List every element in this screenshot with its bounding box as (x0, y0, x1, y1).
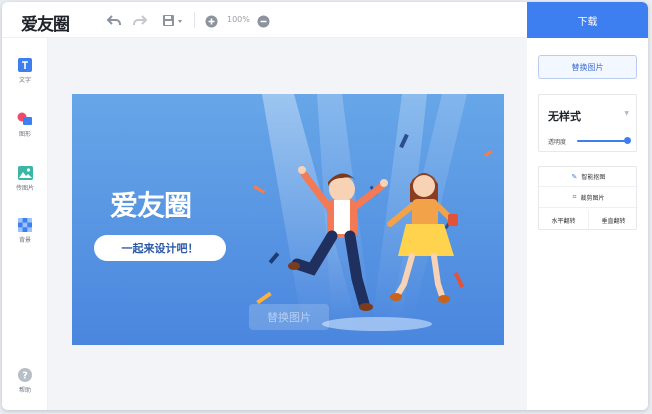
opacity-slider-handle[interactable] (624, 137, 631, 144)
zoom-out-icon[interactable] (257, 13, 271, 28)
zoom-level: 100% (227, 15, 250, 24)
toolbar-divider (194, 12, 195, 28)
shapes-icon (17, 112, 32, 125)
replace-image-overlay-button[interactable]: 替换图片 (249, 304, 329, 330)
sidebar-item-label: 文字 (18, 77, 31, 84)
download-button[interactable]: 下载 (527, 2, 648, 38)
crop-label: 裁剪图片 (580, 195, 605, 202)
smart-cutout-button[interactable]: ✎ 智能抠图 (539, 167, 638, 187)
flip-horizontal-button[interactable]: 水平翻转 (539, 210, 588, 230)
app-window: 爱友圈 100% 下载 文字 图形 传图片 背景 ? 帮助 爱友圈 一起来设计吧… (2, 2, 648, 410)
help-label: 帮助 (18, 387, 31, 394)
sidebar-item-label: 背景 (18, 237, 31, 244)
canvas-workspace: 爱友圈 一起来设计吧！ 替换图片 (48, 38, 527, 410)
help-icon: ? (18, 368, 32, 382)
flip-vertical-button[interactable]: 垂直翻转 (589, 210, 638, 230)
sidebar-item-text[interactable]: 文字 (2, 58, 48, 84)
crop-icon: ⌗ (572, 193, 577, 201)
magic-wand-icon: ✎ (571, 172, 578, 181)
svg-text:?: ? (22, 371, 28, 382)
properties-panel: 替换图片 无样式 ▼ 透明度 ✎ 智能抠图 ⌗ 裁剪图片 水平翻转 垂直翻转 (527, 38, 648, 410)
image-operations: ✎ 智能抠图 ⌗ 裁剪图片 水平翻转 垂直翻转 (538, 166, 638, 230)
opacity-slider-track[interactable] (577, 140, 629, 142)
sidebar-item-shapes[interactable]: 图形 (2, 112, 48, 138)
banner-brand-text[interactable]: 爱友圈 (110, 184, 192, 224)
background-icon (18, 218, 32, 232)
redo-icon[interactable] (132, 13, 148, 27)
left-sidebar: 文字 图形 传图片 背景 ? 帮助 (2, 38, 48, 410)
text-tool-icon (18, 58, 32, 72)
design-artboard[interactable]: 爱友圈 一起来设计吧！ 替换图片 (72, 94, 504, 345)
zoom-in-icon[interactable] (205, 13, 219, 28)
crop-image-button[interactable]: ⌗ 裁剪图片 (539, 188, 638, 208)
chevron-down-icon[interactable]: ▼ (624, 110, 629, 117)
undo-icon[interactable] (106, 13, 122, 27)
style-settings: 无样式 ▼ 透明度 (538, 94, 637, 152)
sidebar-item-upload-image[interactable]: 传图片 (2, 166, 48, 192)
replace-image-button[interactable]: 替换图片 (538, 55, 637, 79)
sidebar-item-label: 传图片 (15, 185, 34, 192)
app-logo: 爱友圈 (21, 15, 70, 35)
image-icon (17, 166, 33, 180)
sidebar-item-label: 图形 (18, 131, 31, 138)
smart-cutout-label: 智能抠图 (581, 174, 606, 181)
opacity-label: 透明度 (548, 139, 567, 146)
help-button[interactable]: ? 帮助 (2, 368, 48, 394)
banner-slogan[interactable]: 一起来设计吧！ (94, 235, 226, 261)
save-icon[interactable] (162, 13, 184, 27)
style-select[interactable]: 无样式 (548, 108, 581, 124)
sidebar-item-background[interactable]: 背景 (2, 218, 48, 244)
top-toolbar: 爱友圈 100% (2, 2, 527, 38)
